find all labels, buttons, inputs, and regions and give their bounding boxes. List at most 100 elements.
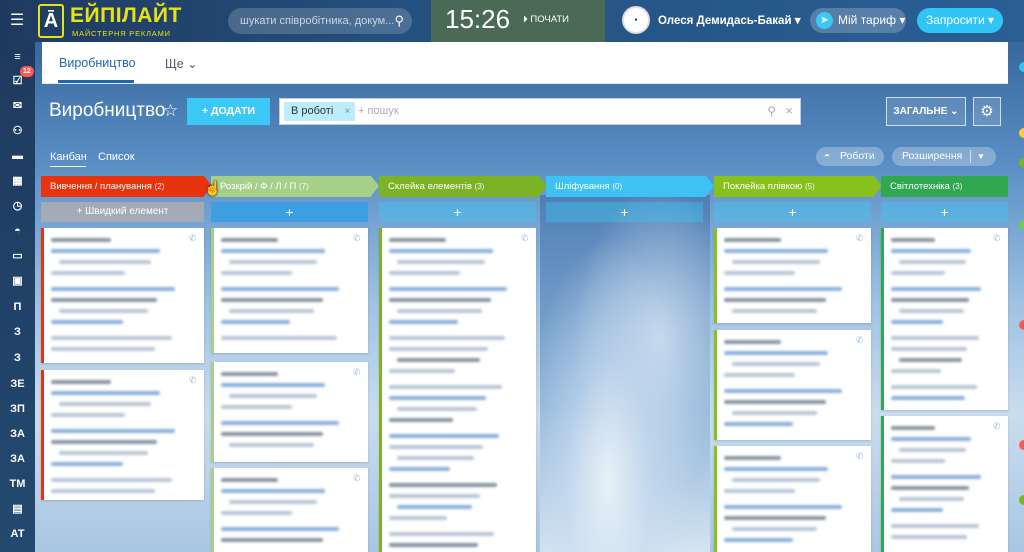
blurred-text (724, 298, 826, 302)
search-icon[interactable]: ⚲ (767, 104, 776, 118)
chat-icon[interactable]: ✉ (0, 95, 35, 117)
kanban-card[interactable]: ✆ (714, 330, 871, 440)
phone-icon[interactable]: ✆ (353, 474, 361, 483)
filter-search-input[interactable]: В роботі × + пошук ⚲ × (279, 98, 801, 125)
view-list[interactable]: Список (98, 151, 135, 163)
user-menu[interactable]: Олеся Демидась-Бакай ▾ (658, 13, 801, 27)
add-card-button[interactable]: + (379, 202, 536, 222)
phone-icon[interactable]: ✆ (189, 376, 197, 385)
filter-icon[interactable]: ≡ (0, 46, 35, 68)
menu-icon[interactable]: ☰ (8, 12, 26, 30)
column-header-film[interactable]: Поклейка плівкою (5) (714, 176, 882, 197)
robots-button[interactable]: ◓ Роботи (816, 147, 884, 166)
gear-icon[interactable]: ⚙ (973, 97, 1001, 126)
kanban-card[interactable]: ✆ (41, 370, 204, 500)
blurred-text (389, 445, 483, 449)
kanban-card[interactable]: ✆ (881, 228, 1008, 410)
contacts-icon[interactable]: ▣ (0, 270, 35, 292)
invite-button[interactable]: Запросити ▾ (917, 8, 1003, 33)
global-search-input[interactable]: шукати співробітника, докум... ⚲ (228, 8, 412, 34)
column-header-cutting[interactable]: Розкрій / Ф / Л / П (7) (211, 176, 379, 197)
right-panel-edge[interactable] (1008, 0, 1024, 552)
column-arrow (371, 176, 379, 196)
kanban-card[interactable]: ✆ (714, 446, 871, 552)
sidebar-item-zp[interactable]: ЗП (0, 398, 35, 420)
general-dropdown[interactable]: ЗАГАЛЬНЕ ⌄ (886, 97, 966, 126)
sidebar-item-z1[interactable]: З (0, 321, 35, 343)
sidebar-item-z2[interactable]: З (0, 347, 35, 369)
sidebar-item-tm[interactable]: ТМ (0, 473, 35, 495)
kanban-card[interactable]: ✆ (211, 228, 368, 353)
star-icon[interactable]: ☆ (163, 101, 178, 121)
phone-icon[interactable]: ✆ (353, 368, 361, 377)
phone-icon[interactable]: ✆ (189, 234, 197, 243)
clock-icon[interactable]: ◷ (0, 195, 35, 217)
kanban-card[interactable]: ✆ (379, 228, 536, 552)
window-icon[interactable]: ▭ (0, 245, 35, 267)
add-card-button[interactable]: + (211, 202, 368, 222)
close-icon[interactable]: × (344, 102, 350, 121)
blurred-text (899, 497, 964, 501)
add-card-button[interactable]: + (881, 202, 1008, 222)
robot-icon[interactable]: ◓ (0, 220, 35, 242)
users-icon[interactable]: ⚇ (0, 120, 35, 142)
filter-chip[interactable]: В роботі × (284, 102, 356, 121)
tab-more[interactable]: Ще ⌄ (165, 56, 198, 71)
tab-production[interactable]: Виробництво (59, 56, 136, 70)
phone-icon[interactable]: ✆ (856, 234, 864, 243)
quick-add-button[interactable]: + Швидкий елемент (41, 202, 204, 222)
company-logo[interactable]: Ā ЕЙПІЛАЙТ МАЙСТЕРНЯ РЕКЛАМИ (38, 2, 188, 40)
blurred-text (51, 391, 161, 395)
blurred-text (51, 238, 111, 242)
column-count: (3) (474, 182, 485, 191)
sidebar-item-ze[interactable]: ЗЕ (0, 373, 35, 395)
sidebar-item-za1[interactable]: ЗА (0, 423, 35, 445)
view-kanban[interactable]: Канбан (50, 151, 87, 163)
tariff-button[interactable]: ➤ Мій тариф ▾ (810, 8, 906, 33)
blurred-text (221, 432, 323, 436)
work-day-widget[interactable]: 15:26 ⏵ ПОЧАТИ (431, 0, 605, 42)
blurred-text (389, 369, 456, 373)
column-header-gluing[interactable]: Склейка елементів (3) (379, 176, 547, 197)
blurred-text (724, 340, 782, 344)
avatar[interactable]: ● (622, 6, 650, 34)
sidebar-item-za2[interactable]: ЗА (0, 448, 35, 470)
chevron-down-icon[interactable]: ▼ (977, 147, 985, 166)
robot-icon: ◓ (824, 151, 831, 162)
phone-icon[interactable]: ✆ (993, 234, 1001, 243)
blurred-text (891, 336, 980, 340)
kanban-card[interactable]: ✆ (211, 362, 368, 462)
column-header-planning[interactable]: Вивчення / планування (2) (41, 176, 212, 197)
blurred-text (724, 389, 843, 393)
tasks-icon[interactable]: ☑ 12 (0, 66, 35, 92)
robots-label: Роботи (840, 150, 875, 162)
extensions-button[interactable]: Розширення ▼ (892, 147, 996, 166)
search-placeholder: шукати співробітника, докум... (240, 15, 395, 27)
kanban-card[interactable]: ✆ (881, 416, 1008, 552)
sidebar-item-p[interactable]: П (0, 296, 35, 318)
calendar-icon[interactable]: ▦ (0, 170, 35, 192)
phone-icon[interactable]: ✆ (353, 234, 361, 243)
column-header-lighting[interactable]: Світлотехніка (3) (881, 176, 1008, 197)
phone-icon[interactable]: ✆ (856, 452, 864, 461)
crm-icon[interactable]: ▬ (0, 145, 35, 167)
phone-icon[interactable]: ✆ (856, 336, 864, 345)
add-card-button[interactable]: + (714, 202, 871, 222)
clear-icon[interactable]: × (785, 103, 793, 118)
phone-icon[interactable]: ✆ (521, 234, 529, 243)
search-icon[interactable]: ⚲ (394, 8, 404, 34)
sidebar-item-at[interactable]: АТ (0, 523, 35, 545)
document-icon[interactable]: ▤ (0, 498, 35, 520)
extensions-label: Розширення (902, 150, 963, 162)
kanban-card[interactable]: ✆ (41, 228, 204, 363)
logo-mark: Ā (38, 4, 64, 38)
blurred-text (221, 249, 326, 253)
add-button[interactable]: + ДОДАТИ (187, 98, 270, 125)
kanban-card[interactable]: ✆ (211, 468, 368, 552)
add-card-button[interactable]: + (546, 202, 703, 222)
kanban-card[interactable]: ✆ (714, 228, 871, 323)
start-day-button[interactable]: ⏵ ПОЧАТИ (523, 14, 569, 25)
blurred-text (221, 383, 326, 387)
column-header-sanding[interactable]: Шліфування (0) (546, 176, 714, 197)
phone-icon[interactable]: ✆ (993, 422, 1001, 431)
